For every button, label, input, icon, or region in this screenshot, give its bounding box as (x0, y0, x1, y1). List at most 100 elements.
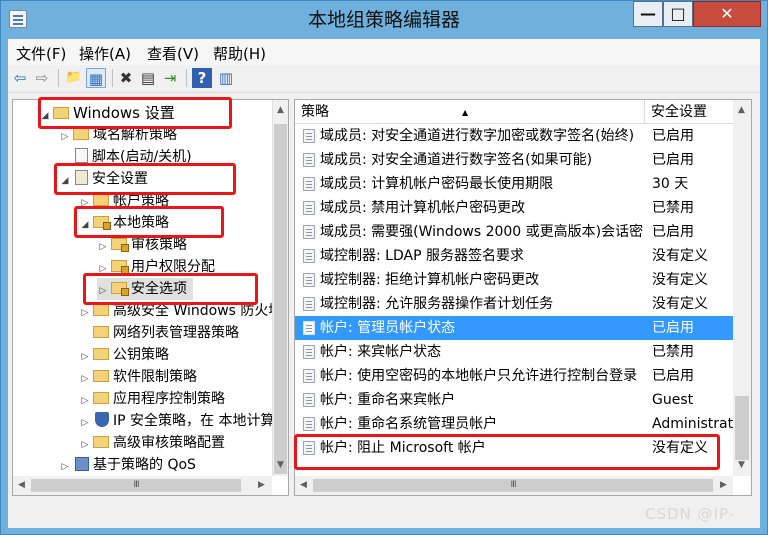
tree-hscroll-thumb[interactable]: III (31, 479, 241, 492)
policy-row[interactable]: 帐户: 使用空密码的本地帐户只允许进行控制台登录 已启用 (295, 364, 733, 388)
tree-item-local-policies[interactable]: ◢ 本地策略 (79, 212, 169, 234)
policy-name: 域控制器: 拒绝计算机帐户密码更改 (320, 272, 540, 288)
locked-folder-icon (111, 282, 129, 296)
tree-item-security-options[interactable]: ▷ 安全选项 (97, 278, 193, 300)
tree-pane[interactable]: ◢ Windows 设置 ▷ 域名解析策略 脚本(启动/关机) ◢ 安全设置 ▷ 帐户策… (12, 99, 289, 496)
ip-security-shield-icon (95, 412, 109, 427)
expand-icon[interactable]: ▷ (97, 280, 109, 302)
delete-icon[interactable]: ✖ (116, 68, 136, 88)
expand-icon[interactable]: ▷ (79, 412, 91, 434)
policy-row[interactable]: 帐户: 重命名来宾帐户 Guest (295, 388, 733, 412)
expand-icon[interactable]: ▷ (59, 126, 71, 148)
collapse-icon[interactable]: ◢ (59, 170, 71, 192)
policy-name: 帐户: 管理员帐户状态 (320, 320, 456, 336)
expand-icon[interactable]: ▷ (79, 346, 91, 368)
folder-icon (53, 107, 69, 119)
policy-row[interactable]: 域成员: 对安全通道进行数字加密或数字签名(始终) 已启用 (295, 124, 733, 148)
collapse-icon[interactable]: ◢ (79, 214, 91, 236)
scroll-right-arrow-icon[interactable]: ▶ (253, 477, 270, 494)
tree-item-windows-settings[interactable]: ◢ Windows 设置 (39, 102, 175, 124)
policy-setting-icon (303, 249, 315, 263)
scroll-down-arrow-icon[interactable]: ▼ (272, 457, 288, 474)
close-button[interactable]: ✕ (693, 1, 761, 27)
policy-row[interactable]: 帐户: 管理员帐户状态 已启用 (295, 316, 733, 340)
expand-icon[interactable]: ▷ (79, 390, 91, 412)
menu-file[interactable]: 文件(F) (16, 43, 66, 64)
policy-row[interactable]: 帐户: 来宾帐户状态 已禁用 (295, 340, 733, 364)
policy-setting-value: 已启用 (652, 320, 694, 336)
policy-row[interactable]: 域控制器: 允许服务器操作者计划任务 没有定义 (295, 292, 733, 316)
policy-row[interactable]: 域成员: 对安全通道进行数字签名(如果可能) 已启用 (295, 148, 733, 172)
properties-icon[interactable]: ▤ (138, 68, 158, 88)
title-bar[interactable]: 本地组策略编辑器 — □ ✕ (1, 1, 767, 39)
tree-item-audit-policy[interactable]: ▷ 审核策略 (97, 234, 187, 256)
tree-item-advanced-audit[interactable]: ▷ 高级审核策略配置 (79, 432, 225, 454)
locked-folder-icon (111, 260, 129, 274)
tree-item-security-settings[interactable]: ◢ 安全设置 (59, 168, 148, 190)
show-tree-icon[interactable]: ▦ (86, 68, 106, 88)
tree-item-label: 帐户策略 (113, 193, 169, 209)
tree-item-network-list[interactable]: 网络列表管理器策略 (79, 322, 239, 344)
back-icon[interactable]: ⇦ (10, 68, 30, 88)
collapse-icon[interactable]: ◢ (39, 105, 51, 127)
policy-name: 域成员: 对安全通道进行数字加密或数字签名(始终) (320, 128, 635, 144)
folder-icon (93, 370, 109, 382)
policy-row[interactable]: 域成员: 禁用计算机帐户密码更改 已禁用 (295, 196, 733, 220)
menu-action[interactable]: 操作(A) (79, 43, 131, 64)
expand-icon[interactable]: ▷ (97, 236, 109, 258)
expand-icon[interactable]: ▷ (79, 434, 91, 456)
tree-item-app-control[interactable]: ▷ 应用程序控制策略 (79, 388, 225, 410)
forward-icon[interactable]: ⇨ (32, 68, 52, 88)
policy-row[interactable]: 域成员: 计算机帐户密码最长使用期限 30 天 (295, 172, 733, 196)
policy-setting-icon (303, 417, 315, 431)
policy-row[interactable]: 域成员: 需要强(Windows 2000 或更高版本)会话密钥 已启用 (295, 220, 733, 244)
policy-list-pane[interactable]: 策略 ▲ 安全设置 域成员: 对安全通道进行数字加密或数字签名(始终) 已启用 域成… (294, 99, 752, 496)
help-icon[interactable]: ? (192, 68, 212, 88)
tree-item-software-restriction[interactable]: ▷ 软件限制策略 (79, 366, 197, 388)
tree-item-scripts[interactable]: 脚本(启动/关机) (59, 146, 192, 168)
column-header-security-setting[interactable]: 安全设置 (645, 100, 733, 124)
expand-icon[interactable]: ▷ (97, 258, 109, 280)
folder-icon (93, 326, 109, 338)
policy-setting-icon (303, 393, 315, 407)
list-hscroll-thumb[interactable]: III (313, 479, 713, 492)
tree-item-public-key[interactable]: ▷ 公钥策略 (79, 344, 169, 366)
tree-item-firewall[interactable]: ▷ 高级安全 Windows 防火墙 (79, 300, 283, 324)
scroll-down-arrow-icon[interactable]: ▼ (733, 457, 750, 474)
policy-row[interactable]: 帐户: 阻止 Microsoft 帐户 没有定义 (295, 436, 733, 460)
scroll-right-arrow-icon[interactable]: ▶ (715, 477, 732, 494)
export-icon[interactable]: ⇥ (160, 68, 180, 88)
column-header-label: 策略 (301, 104, 329, 120)
policy-setting-icon (303, 129, 315, 143)
policy-row[interactable]: 域控制器: 拒绝计算机帐户密码更改 没有定义 (295, 268, 733, 292)
tree-item-label: Windows 设置 (73, 104, 175, 122)
expand-icon[interactable]: ▷ (59, 456, 71, 478)
tree-item-user-rights[interactable]: ▷ 用户权限分配 (97, 256, 215, 278)
up-folder-icon[interactable]: 📁 (64, 68, 84, 88)
menu-view[interactable]: 查看(V) (147, 43, 199, 64)
view-icon[interactable]: ▥ (216, 68, 236, 88)
policy-row[interactable]: 帐户: 重命名系统管理员帐户 Administrator (295, 412, 733, 436)
expand-icon[interactable]: ▷ (79, 368, 91, 390)
maximize-button[interactable]: □ (663, 1, 693, 27)
tree-item-name-resolution-policy[interactable]: ▷ 域名解析策略 (59, 124, 177, 146)
scroll-up-arrow-icon[interactable]: ▲ (272, 102, 288, 119)
tree-item-label: 本地策略 (113, 215, 169, 231)
column-header-policy[interactable]: 策略 ▲ (295, 100, 645, 124)
policy-setting-value: 30 天 (652, 176, 689, 192)
expand-icon[interactable]: ▷ (79, 192, 91, 214)
policy-name: 域成员: 计算机帐户密码最长使用期限 (320, 176, 554, 192)
list-scroll-thumb[interactable] (735, 396, 749, 460)
scroll-up-arrow-icon[interactable]: ▲ (733, 102, 750, 119)
menu-help[interactable]: 帮助(H) (213, 43, 266, 64)
tree-item-ip-security[interactable]: ▷ IP 安全策略，在 本地计算机 (79, 410, 288, 432)
policy-row[interactable]: 域控制器: LDAP 服务器签名要求 没有定义 (295, 244, 733, 268)
expand-icon[interactable]: ▷ (79, 302, 91, 324)
minimize-button[interactable]: — (633, 1, 663, 27)
tree-scroll-thumb[interactable] (274, 124, 287, 474)
tree-item-account-policies[interactable]: ▷ 帐户策略 (79, 190, 169, 212)
scroll-left-arrow-icon[interactable]: ◀ (13, 477, 30, 494)
tree-item-policy-qos[interactable]: ▷ 基于策略的 QoS (59, 454, 196, 476)
scroll-left-arrow-icon[interactable]: ◀ (295, 477, 312, 494)
policy-name: 域成员: 对安全通道进行数字签名(如果可能) (320, 152, 593, 168)
